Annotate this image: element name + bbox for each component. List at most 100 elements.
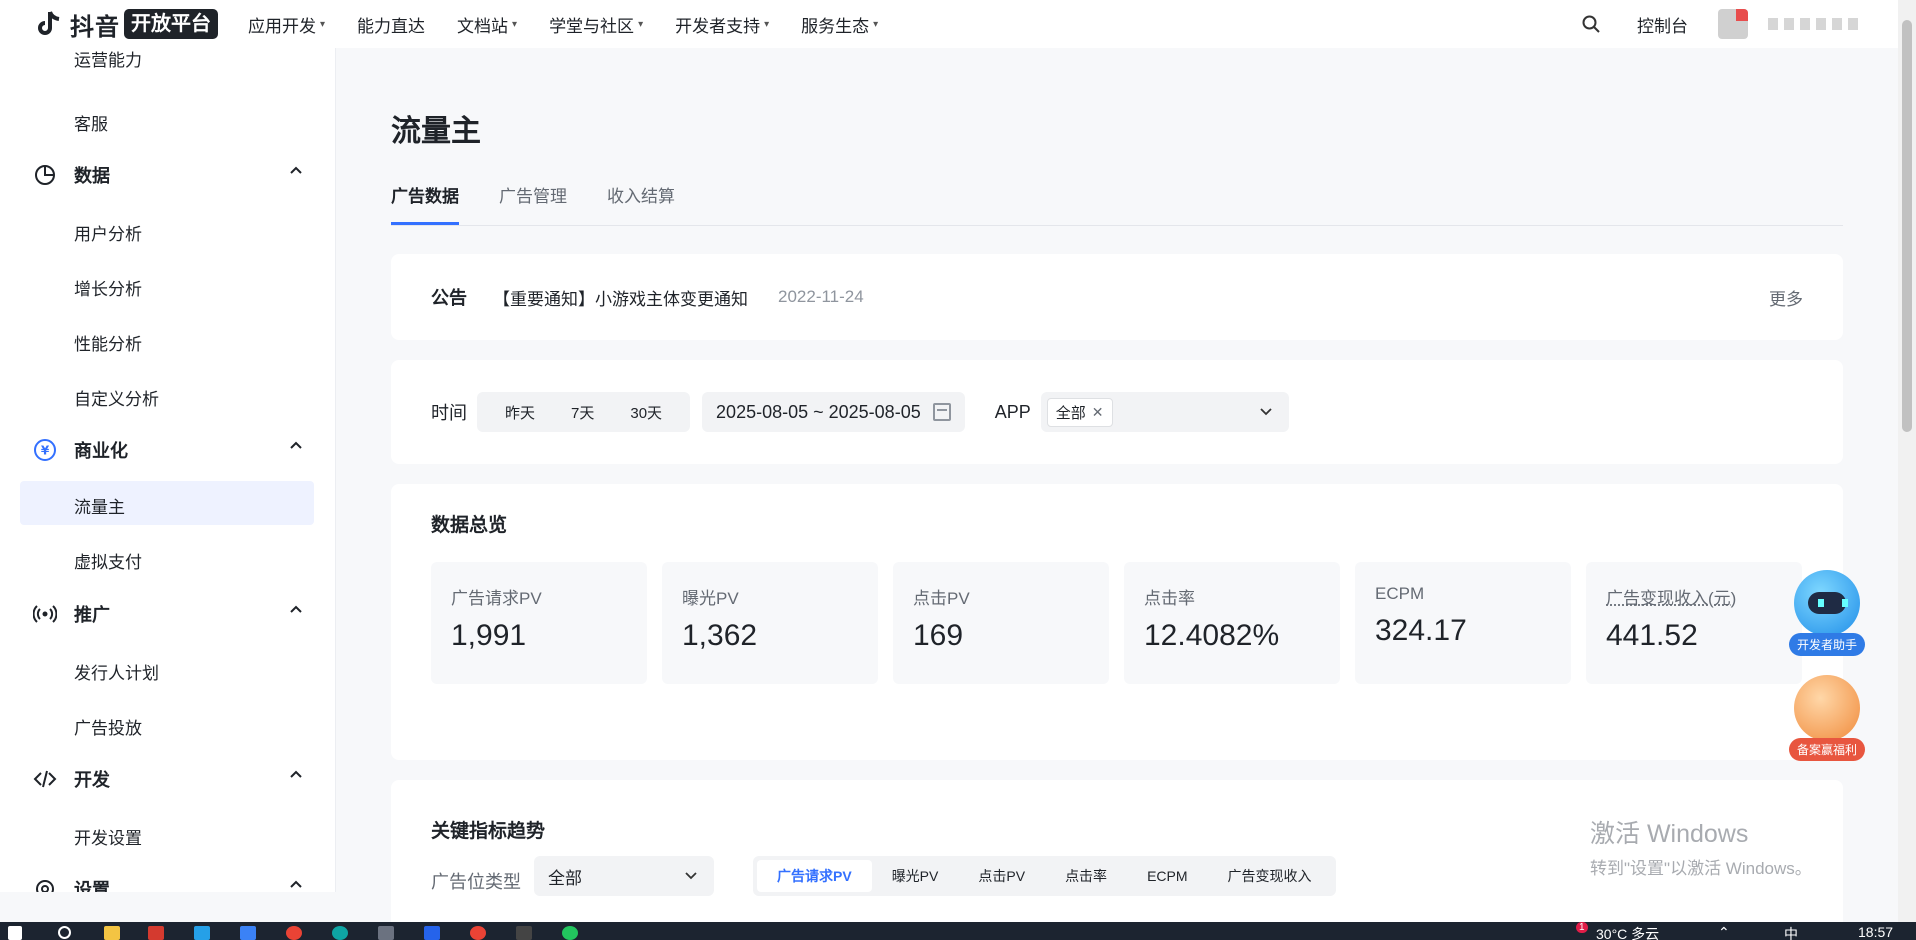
windows-taskbar: 1 30°C 多云 ⌃ 中 18:57 <box>0 922 1916 940</box>
nav-item-app-dev[interactable]: 应用开发 ▾ <box>248 12 325 37</box>
welfare-label: 备案赢福利 <box>1788 738 1865 761</box>
chevron-down-icon: ▾ <box>638 18 644 30</box>
quick-date-7days[interactable]: 7天 <box>553 402 612 423</box>
nav-label: 文档站 <box>457 16 509 36</box>
nav-item-capabilities[interactable]: 能力直达 <box>357 12 425 37</box>
sidebar-group-promotion[interactable]: 推广 <box>32 601 302 627</box>
chevron-up-icon <box>290 605 302 613</box>
sidebar-item-ad-delivery[interactable]: 广告投放 <box>74 714 142 739</box>
nav-item-docs[interactable]: 文档站 ▾ <box>457 12 517 37</box>
quick-date-yesterday[interactable]: 昨天 <box>487 402 553 423</box>
edge-icon[interactable] <box>332 926 348 940</box>
sidebar-item-user-analysis[interactable]: 用户分析 <box>74 220 142 245</box>
metric-tab-ctr[interactable]: 点击率 <box>1045 860 1127 892</box>
notice-link[interactable]: 【重要通知】小游戏主体变更通知 <box>493 285 748 310</box>
filter-bar: 时间 昨天 7天 30天 2025-08-05 ~ 2025-08-05 APP… <box>391 360 1843 464</box>
chevron-up-icon <box>290 166 302 174</box>
date-range-picker[interactable]: 2025-08-05 ~ 2025-08-05 <box>702 392 965 432</box>
welfare-button[interactable]: 备案赢福利 <box>1788 675 1866 761</box>
sidebar-item-growth-analysis[interactable]: 增长分析 <box>74 275 142 300</box>
sidebar-item-publisher-plan[interactable]: 发行人计划 <box>74 659 159 684</box>
sidebar-item-operations[interactable]: 运营能力 <box>74 48 142 71</box>
sidebar-group-commercialization[interactable]: ¥ 商业化 <box>32 437 302 463</box>
sidebar-group-settings[interactable]: 设置 <box>32 876 302 892</box>
wps-icon[interactable] <box>148 926 164 940</box>
chevron-down-icon: ▾ <box>512 18 518 30</box>
metric-tab-ad-request-pv[interactable]: 广告请求PV <box>757 860 872 892</box>
sidebar-group-label: 开发 <box>74 770 110 790</box>
app-icon[interactable] <box>516 926 532 940</box>
chevron-down-icon <box>685 872 697 880</box>
ime-indicator[interactable]: 中 <box>1784 924 1798 940</box>
sidebar-group-label: 设置 <box>74 880 110 892</box>
username-redacted[interactable] <box>1768 18 1858 30</box>
sidebar-item-dev-settings[interactable]: 开发设置 <box>74 824 142 849</box>
app-icon[interactable] <box>194 926 210 940</box>
chevron-up-icon[interactable]: ⌃ <box>1718 924 1730 940</box>
nav-item-dev-support[interactable]: 开发者支持 ▾ <box>675 12 769 37</box>
metric-value: 1,362 <box>682 619 758 652</box>
chevron-up-icon <box>290 441 302 449</box>
console-link[interactable]: 控制台 <box>1637 12 1688 37</box>
developer-assistant-button[interactable]: 开发者助手 <box>1788 570 1866 656</box>
app-select[interactable]: 全部 ✕ <box>1040 392 1289 432</box>
chrome-icon[interactable] <box>286 926 302 940</box>
avatar[interactable] <box>1718 9 1748 39</box>
code-icon <box>32 766 58 792</box>
clock[interactable]: 18:57 <box>1858 924 1893 940</box>
sidebar-item-virtual-payment[interactable]: 虚拟支付 <box>74 548 142 573</box>
metric-label: 点击率 <box>1144 589 1195 608</box>
metric-tab-impression-pv[interactable]: 曝光PV <box>872 860 959 892</box>
wechat-icon[interactable] <box>562 926 578 940</box>
ad-type-label: 广告位类型 <box>431 872 521 892</box>
search-icon[interactable] <box>1581 14 1601 34</box>
chevron-up-icon <box>290 770 302 778</box>
app-icon[interactable] <box>240 926 256 940</box>
sidebar-item-custom-analysis[interactable]: 自定义分析 <box>74 385 159 410</box>
brand-logo[interactable]: 抖音 开放平台 <box>34 7 218 42</box>
notice-label: 公告 <box>431 288 467 308</box>
quick-date-30days[interactable]: 30天 <box>612 402 680 423</box>
metric-tab-ad-revenue[interactable]: 广告变现收入 <box>1208 860 1332 892</box>
sidebar-item-customer-service[interactable]: 客服 <box>74 110 108 135</box>
sidebar: 运营能力 客服 数据 用户分析 增长分析 性能分析 自定义分析 ¥ 商业化 流量… <box>0 48 336 892</box>
metric-tab-click-pv[interactable]: 点击PV <box>958 860 1045 892</box>
sidebar-group-data[interactable]: 数据 <box>32 162 302 188</box>
nav-label: 能力直达 <box>357 16 426 36</box>
metric-card-click-pv: 点击PV 169 <box>893 562 1109 684</box>
file-explorer-icon[interactable] <box>104 926 120 940</box>
trend-title: 关键指标趋势 <box>431 821 546 842</box>
metric-label-tooltip-trigger[interactable]: 广告变现收入(元) <box>1606 584 1782 609</box>
page-scrollbar[interactable] <box>1898 0 1916 922</box>
sidebar-item-performance-analysis[interactable]: 性能分析 <box>74 330 142 355</box>
weather-text[interactable]: 30°C 多云 <box>1596 924 1659 940</box>
yuan-icon: ¥ <box>32 437 58 463</box>
metric-card-ad-request-pv: 广告请求PV 1,991 <box>431 562 647 684</box>
notification-badge: 1 <box>1576 922 1588 933</box>
tab-revenue-settlement[interactable]: 收入结算 <box>607 182 675 225</box>
douyin-logo-icon <box>38 11 60 35</box>
ad-type-select[interactable]: 全部 <box>534 856 714 896</box>
brand-badge: 开放平台 <box>124 9 218 39</box>
search-icon[interactable] <box>58 926 71 939</box>
notice-more-link[interactable]: 更多 <box>1769 285 1803 310</box>
app-tag-label: 全部 <box>1055 404 1086 422</box>
page-title: 流量主 <box>391 115 481 148</box>
scrollbar-thumb[interactable] <box>1902 20 1912 432</box>
tab-ad-data[interactable]: 广告数据 <box>391 182 459 225</box>
close-icon[interactable]: ✕ <box>1092 404 1104 421</box>
tab-ad-management[interactable]: 广告管理 <box>499 182 567 225</box>
sidebar-item-traffic-owner[interactable]: 流量主 <box>74 493 125 518</box>
nav-item-community[interactable]: 学堂与社区 ▾ <box>549 12 643 37</box>
sidebar-group-development[interactable]: 开发 <box>32 766 302 792</box>
app-icon[interactable] <box>378 926 394 940</box>
metric-value: 324.17 <box>1375 614 1467 647</box>
chrome-active-icon[interactable] <box>470 926 486 940</box>
notice-bar: 公告 【重要通知】小游戏主体变更通知 2022-11-24 更多 <box>391 254 1843 340</box>
windows-start-icon[interactable] <box>8 926 22 940</box>
metric-tab-ecpm[interactable]: ECPM <box>1127 860 1207 892</box>
gift-icon <box>1794 675 1860 741</box>
app-icon[interactable] <box>424 926 440 940</box>
robot-icon <box>1794 570 1860 636</box>
nav-item-ecosystem[interactable]: 服务生态 ▾ <box>801 12 878 37</box>
